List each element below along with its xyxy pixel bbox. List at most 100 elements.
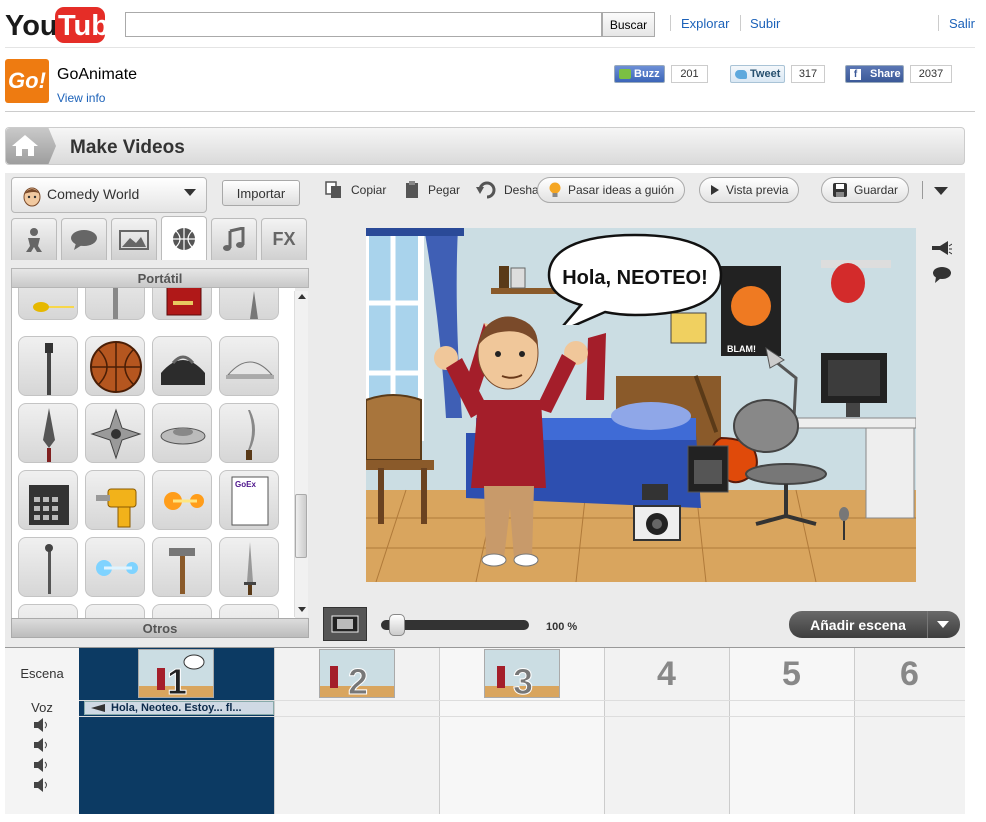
scene-number[interactable]: 4 — [604, 648, 729, 700]
buzz-button[interactable]: Buzz — [614, 65, 665, 83]
prop-tile[interactable] — [152, 537, 212, 597]
prop-tile[interactable] — [85, 288, 145, 320]
chevron-down-icon[interactable] — [937, 621, 949, 628]
prop-tile[interactable] — [219, 288, 279, 320]
prop-tile[interactable] — [152, 288, 212, 320]
youtube-logo[interactable]: You Tube — [5, 4, 125, 44]
music-note-icon — [223, 226, 245, 251]
prop-tile[interactable] — [85, 470, 145, 530]
prop-tile[interactable] — [18, 403, 78, 463]
add-scene-button[interactable]: Añadir escena — [789, 611, 960, 638]
prop-tile[interactable]: GoEx — [219, 470, 279, 530]
film-strip-icon — [331, 615, 359, 633]
prop-tile[interactable] — [85, 537, 145, 597]
upload-link[interactable]: Subir — [750, 16, 780, 31]
tab-props[interactable] — [161, 216, 207, 260]
tab-music[interactable] — [211, 218, 257, 260]
scroll-down-icon[interactable] — [298, 607, 306, 612]
search-input[interactable] — [125, 12, 602, 37]
preview-button[interactable]: Vista previa — [699, 177, 800, 203]
prop-tile[interactable] — [152, 470, 212, 530]
explore-link[interactable]: Explorar — [681, 16, 729, 31]
prop-tile[interactable] — [219, 336, 279, 396]
fx-label: FX — [272, 229, 296, 249]
prop-tile[interactable] — [18, 336, 78, 396]
tweet-button[interactable]: Tweet — [730, 65, 785, 83]
prop-tile[interactable] — [152, 336, 212, 396]
tweet-label: Tweet — [750, 68, 781, 80]
speaker-icon[interactable] — [33, 738, 49, 752]
goanimate-logo[interactable]: Go! — [5, 59, 49, 103]
add-scene-label: Añadir escena — [810, 616, 906, 633]
floppy-disk-icon — [833, 183, 847, 197]
prop-tile[interactable] — [219, 537, 279, 597]
tab-characters[interactable] — [11, 218, 57, 260]
paste-button[interactable]: Pegar — [404, 181, 460, 199]
prop-tile[interactable] — [85, 336, 145, 396]
speaker-icon[interactable] — [33, 758, 49, 772]
share-label: Share — [870, 68, 901, 80]
scroll-up-icon[interactable] — [298, 294, 306, 299]
category-footer-otros[interactable]: Otros — [11, 618, 309, 638]
voice-clip[interactable]: Hola, Neoteo. Estoy... fl... — [84, 701, 274, 715]
divider — [740, 15, 741, 31]
prop-tile[interactable] — [18, 604, 78, 618]
divider — [938, 15, 939, 31]
speaker-icon[interactable] — [33, 778, 49, 792]
megaphone-icon[interactable] — [930, 240, 952, 258]
scene-thumbnail-button[interactable] — [323, 607, 367, 641]
save-button[interactable]: Guardar — [821, 177, 910, 203]
copy-icon — [325, 181, 341, 198]
props-scrollbar[interactable] — [294, 291, 308, 617]
page-title: Make Videos — [70, 137, 185, 158]
share-count: 2037 — [910, 65, 952, 83]
lightbulb-icon — [549, 182, 561, 197]
prop-tile[interactable] — [219, 604, 279, 618]
scene-number: 2 — [348, 661, 368, 698]
scene-number[interactable]: 5 — [729, 648, 854, 700]
scene-thumbnail[interactable]: 1 — [138, 649, 214, 698]
prop-tile[interactable] — [18, 470, 78, 530]
speech-bubble-icon — [71, 229, 97, 250]
scene-number: 1 — [167, 661, 187, 698]
undo-button[interactable]: Desha — [476, 181, 539, 199]
view-info-link[interactable]: View info — [57, 91, 105, 105]
tab-speech[interactable] — [61, 218, 107, 260]
prop-tile[interactable] — [18, 537, 78, 597]
copy-button[interactable]: Copiar — [325, 181, 386, 199]
prop-tile[interactable] — [85, 604, 145, 618]
category-header: Portátil — [11, 268, 309, 288]
undo-icon — [476, 181, 496, 199]
facebook-share-button[interactable]: f Share — [845, 65, 904, 83]
zoom-slider-handle[interactable] — [389, 614, 405, 636]
tab-fx[interactable]: FX — [261, 218, 307, 260]
scene-thumbnail[interactable]: 2 — [319, 649, 395, 698]
signout-link[interactable]: Salir — [949, 16, 975, 31]
voice-row-label: Voz — [31, 700, 53, 715]
prop-tile[interactable] — [219, 403, 279, 463]
import-button[interactable]: Importar — [222, 180, 300, 206]
channel-name[interactable]: GoAnimate — [57, 66, 137, 84]
basketball-icon — [173, 227, 195, 250]
tab-backgrounds[interactable] — [111, 218, 157, 260]
scene-row-label: Escena — [20, 666, 64, 681]
scroll-thumb[interactable] — [295, 494, 307, 558]
background-icon — [119, 229, 149, 250]
prop-tile[interactable] — [85, 403, 145, 463]
speech-bubble-icon[interactable] — [932, 266, 952, 284]
ideas-to-script-button[interactable]: Pasar ideas a guión — [537, 177, 686, 203]
speech-bubble-text: Hola, NEOTEO! — [562, 267, 708, 289]
search-button[interactable]: Buscar — [602, 12, 655, 37]
home-button[interactable] — [6, 128, 56, 164]
prop-tile[interactable] — [152, 604, 212, 618]
preview-label: Vista previa — [726, 183, 789, 197]
prop-tile[interactable] — [18, 288, 78, 320]
more-menu-icon[interactable] — [934, 187, 948, 195]
prop-tile[interactable] — [152, 403, 212, 463]
scene-thumbnail[interactable]: 3 — [484, 649, 560, 698]
scene-number[interactable]: 6 — [854, 648, 965, 700]
scene-number: 3 — [513, 661, 533, 698]
chevron-down-icon — [184, 189, 196, 196]
speech-bubble[interactable]: Hola, NEOTEO! — [545, 231, 725, 325]
speaker-icon[interactable] — [33, 718, 49, 732]
